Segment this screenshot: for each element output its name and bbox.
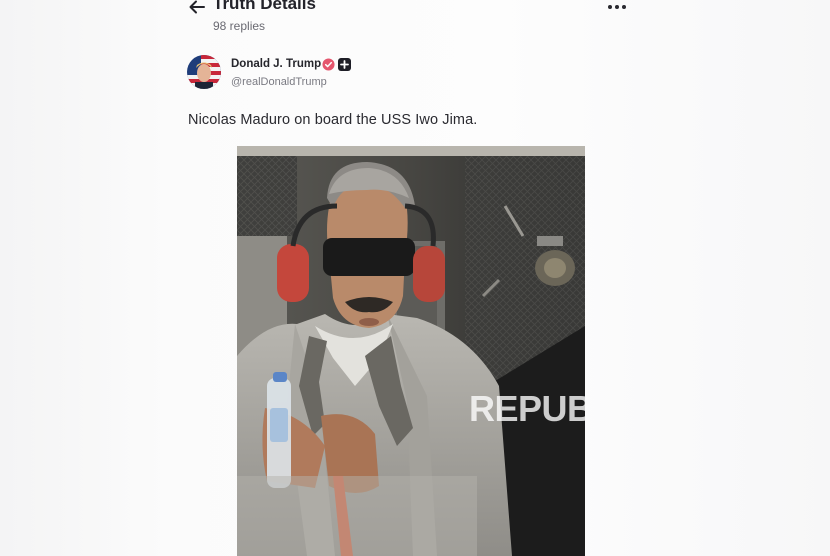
more-horizontal-icon: [608, 5, 612, 9]
avatar-image: [187, 55, 221, 89]
verified-badge-icon: [322, 58, 335, 71]
replies-count[interactable]: 98 replies: [213, 19, 265, 33]
post-text: Nicolas Maduro on board the USS Iwo Jima…: [188, 112, 478, 128]
page-title: Truth Details: [213, 0, 316, 13]
image-watermark: REPUB: [469, 388, 585, 429]
author-handle[interactable]: @realDonaldTrump: [231, 76, 327, 88]
post-photo: [237, 146, 585, 556]
author-name[interactable]: Donald J. Trump: [231, 58, 321, 70]
back-button[interactable]: [186, 0, 208, 18]
post-image[interactable]: REPUB: [237, 146, 585, 556]
more-options-button[interactable]: [606, 0, 628, 15]
post-header: Truth Details 98 replies: [186, 0, 636, 38]
avatar[interactable]: [187, 55, 221, 89]
post-author: Donald J. Trump @realDonaldTrump: [187, 55, 487, 91]
arrow-left-icon: [189, 0, 205, 14]
plus-badge-icon: [338, 58, 351, 71]
